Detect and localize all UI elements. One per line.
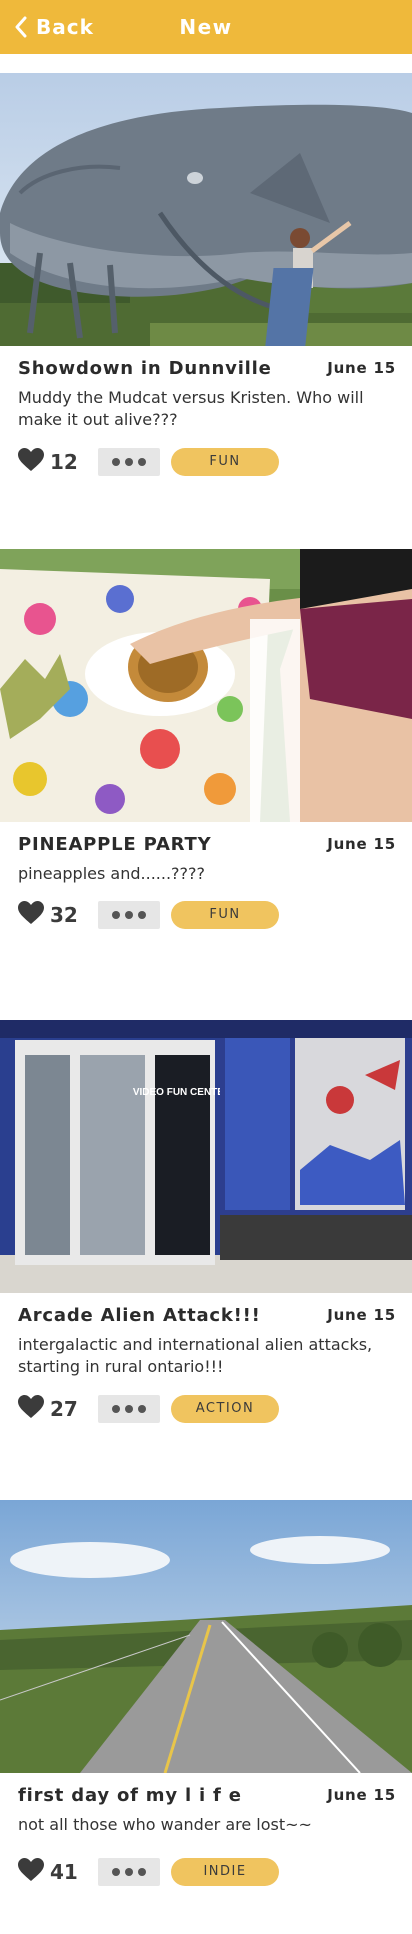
post-title: Arcade Alien Attack!!! bbox=[18, 1305, 261, 1326]
heart-icon bbox=[18, 900, 44, 930]
post-title: first day of my l i f e bbox=[18, 1785, 242, 1806]
like-count: 41 bbox=[50, 1860, 78, 1884]
post-actions: 12 FUN bbox=[18, 447, 398, 477]
post-description: intergalactic and international alien at… bbox=[18, 1335, 373, 1376]
category-tag[interactable]: FUN bbox=[171, 901, 279, 929]
back-label: Back bbox=[36, 15, 94, 39]
more-dots-icon bbox=[112, 911, 120, 919]
back-button[interactable]: Back bbox=[14, 10, 94, 44]
door-sign: VIDEO FUN CENTER bbox=[133, 1087, 232, 1098]
post-actions: 27 ACTION bbox=[18, 1394, 398, 1424]
more-options-button[interactable] bbox=[98, 1858, 160, 1886]
post-card[interactable]: Showdown in Dunnville June 15 Muddy the … bbox=[0, 73, 412, 483]
post-date: June 15 bbox=[327, 1306, 396, 1324]
post-date: June 15 bbox=[327, 1786, 396, 1804]
app-header: New Back bbox=[0, 0, 412, 54]
like-button[interactable]: 12 bbox=[18, 447, 78, 477]
like-button[interactable]: 27 bbox=[18, 1394, 78, 1424]
post-title: Showdown in Dunnville bbox=[18, 358, 272, 379]
category-tag[interactable]: INDIE bbox=[171, 1858, 279, 1886]
post-card[interactable]: VIDEO FUN CENTER Arcade Alien Attack!!! … bbox=[0, 1020, 412, 1430]
post-description: pineapples and......???? bbox=[18, 864, 205, 883]
heart-icon bbox=[18, 447, 44, 477]
more-options-button[interactable] bbox=[98, 901, 160, 929]
post-card[interactable]: first day of my l i f e June 15 not all … bbox=[0, 1500, 412, 1930]
category-tag[interactable]: FUN bbox=[171, 448, 279, 476]
post-date: June 15 bbox=[327, 835, 396, 853]
like-count: 12 bbox=[50, 450, 78, 474]
more-dots-icon bbox=[112, 458, 120, 466]
more-dots-icon bbox=[112, 1868, 120, 1876]
heart-icon bbox=[18, 1394, 44, 1424]
post-card[interactable]: PINEAPPLE PARTY June 15 pineapples and..… bbox=[0, 549, 412, 959]
post-actions: 41 INDIE bbox=[18, 1857, 398, 1887]
post-image[interactable] bbox=[0, 73, 412, 346]
chevron-left-icon bbox=[14, 16, 28, 38]
heart-icon bbox=[18, 1857, 44, 1887]
like-button[interactable]: 32 bbox=[18, 900, 78, 930]
post-image[interactable] bbox=[0, 1500, 412, 1773]
post-actions: 32 FUN bbox=[18, 900, 398, 930]
more-dots-icon bbox=[112, 1405, 120, 1413]
like-count: 27 bbox=[50, 1397, 78, 1421]
post-description: Muddy the Mudcat versus Kristen. Who wil… bbox=[18, 388, 364, 429]
category-tag[interactable]: ACTION bbox=[171, 1395, 279, 1423]
post-image[interactable]: VIDEO FUN CENTER bbox=[0, 1020, 412, 1293]
post-title: PINEAPPLE PARTY bbox=[18, 834, 212, 855]
more-options-button[interactable] bbox=[98, 1395, 160, 1423]
like-button[interactable]: 41 bbox=[18, 1857, 78, 1887]
like-count: 32 bbox=[50, 903, 78, 927]
post-description: not all those who wander are lost~~ bbox=[18, 1815, 312, 1834]
post-date: June 15 bbox=[327, 359, 396, 377]
post-image[interactable] bbox=[0, 549, 412, 822]
more-options-button[interactable] bbox=[98, 448, 160, 476]
